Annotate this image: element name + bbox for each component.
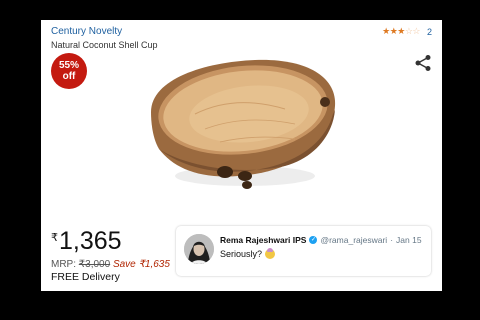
save-amount: Save ₹1,635	[112, 259, 170, 270]
tweet-text: Seriously?	[220, 248, 276, 259]
woman-gesturing-emoji-icon	[265, 248, 276, 259]
delivery-info: FREE Delivery	[51, 271, 120, 283]
verified-badge-icon: ✓	[309, 236, 318, 244]
star-rating-icon: ★★★☆☆	[382, 26, 420, 36]
discount-percent: 55%	[58, 60, 79, 71]
product-title[interactable]: Natural Coconut Shell Cup	[51, 40, 158, 50]
tweet-handle[interactable]: @rama_rajeswari	[320, 235, 387, 245]
mrp-value: ₹3,000	[78, 259, 111, 270]
discount-word: off	[62, 71, 76, 82]
avatar[interactable]	[184, 234, 214, 264]
product-card: Century Novelty Natural Coconut Shell Cu…	[41, 20, 442, 291]
tweet-text-content: Seriously?	[220, 249, 263, 259]
rating-count[interactable]: 2	[427, 27, 432, 37]
discount-badge: 55% off	[51, 53, 87, 89]
product-image[interactable]	[145, 54, 340, 194]
price: ₹ 1,365	[51, 229, 122, 254]
share-icon[interactable]	[414, 54, 432, 72]
tweet-separator: ·	[390, 235, 394, 245]
tweet-header: Rema Rajeshwari IPS ✓ @rama_rajeswari · …	[220, 235, 422, 245]
brand-link[interactable]: Century Novelty	[51, 26, 122, 37]
currency-symbol: ₹	[51, 232, 58, 244]
tweet-author-name[interactable]: Rema Rajeshwari IPS	[220, 235, 306, 245]
tweet-date[interactable]: Jan 15	[396, 235, 422, 245]
rating[interactable]: ★★★☆☆ 2	[382, 26, 432, 37]
mrp-label: MRP:	[51, 259, 76, 270]
avatar-image	[184, 234, 214, 264]
price-amount: 1,365	[59, 227, 122, 255]
tweet-card[interactable]: Rema Rajeshwari IPS ✓ @rama_rajeswari · …	[176, 226, 431, 276]
mrp-line: MRP: ₹3,000 Save ₹1,635	[51, 259, 170, 270]
